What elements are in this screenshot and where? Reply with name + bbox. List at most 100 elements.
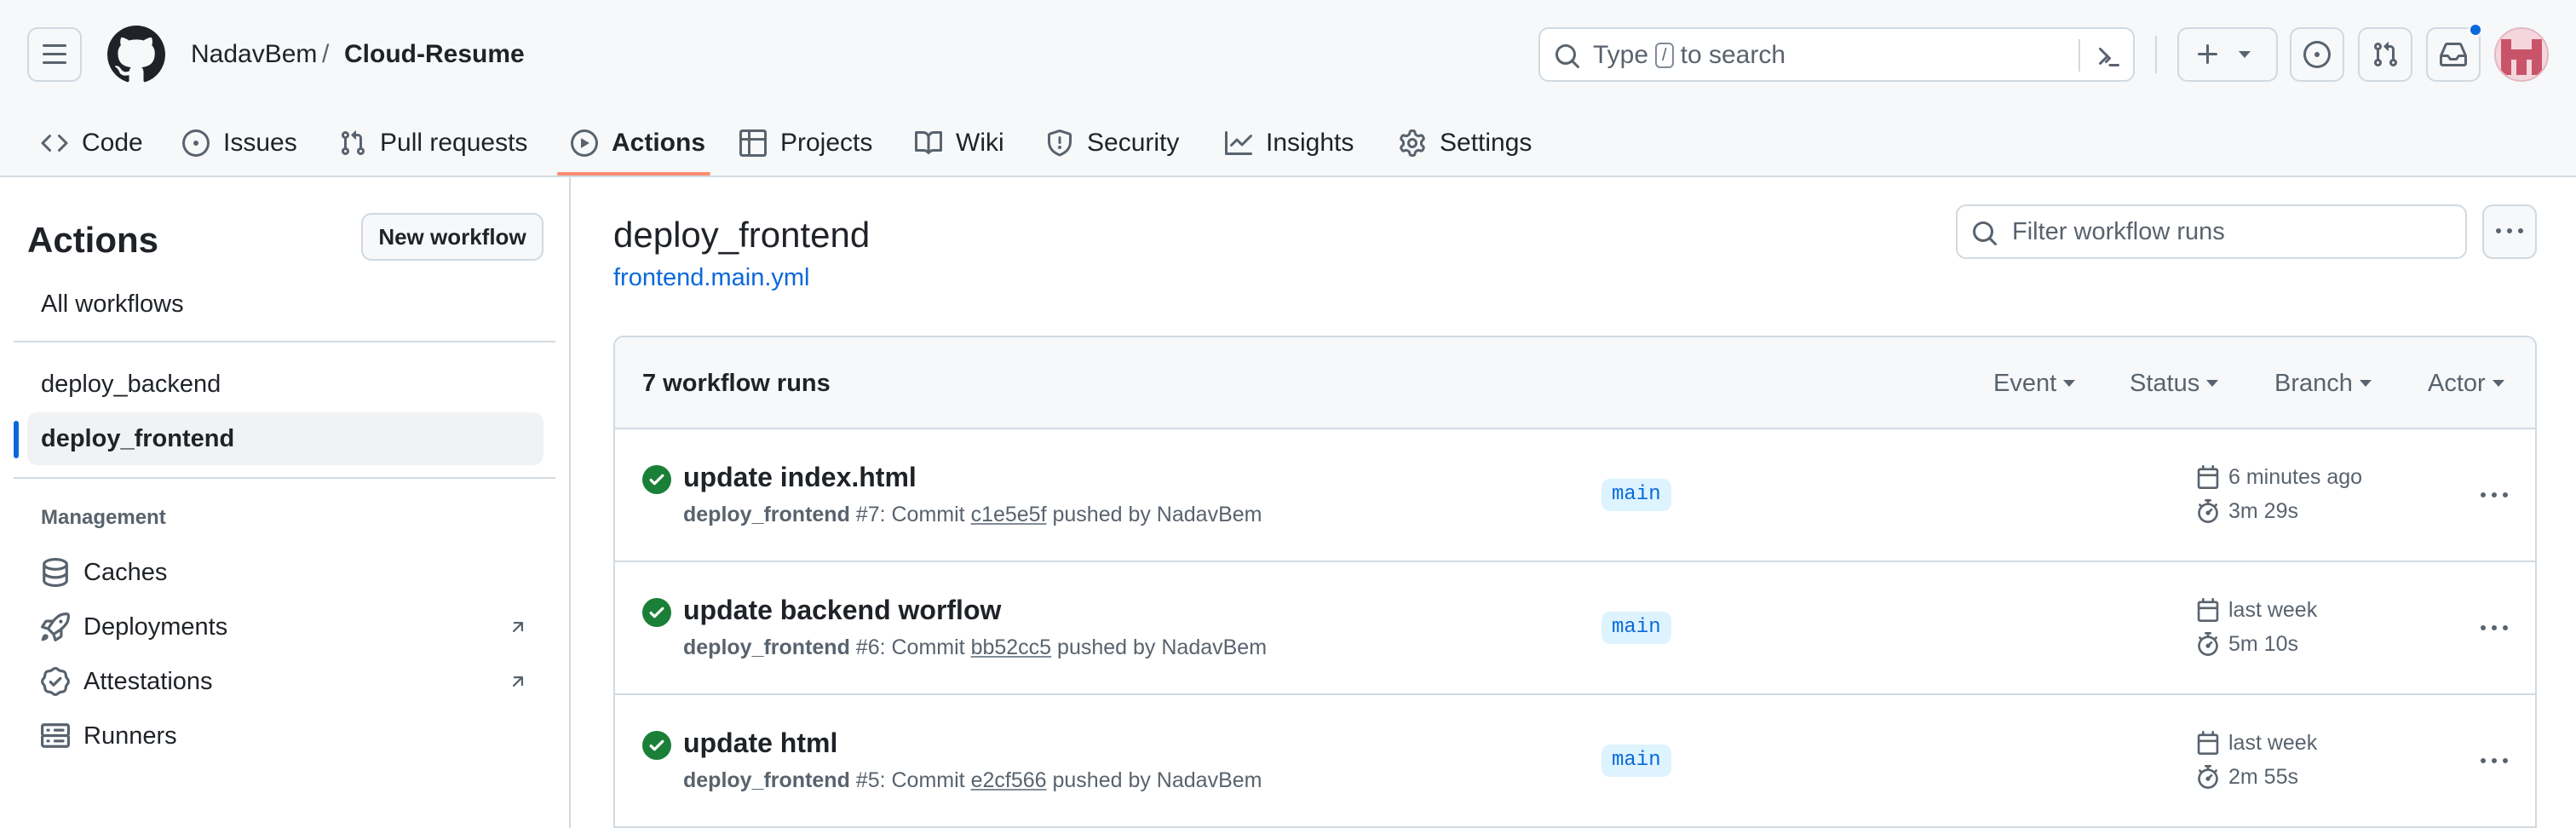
global-search-input[interactable]: Type / to search — [1538, 27, 2135, 82]
run-title-link[interactable]: update backend worflow — [683, 593, 1001, 627]
tab-security[interactable]: Security — [1046, 109, 1179, 177]
tab-issues[interactable]: Issues — [182, 109, 297, 177]
chevron-down-icon — [2359, 380, 2372, 387]
sidebar-item-attestations[interactable]: Attestations — [27, 656, 543, 707]
breadcrumb-repo[interactable]: Cloud-Resume — [344, 34, 525, 75]
tab-insights[interactable]: Insights — [1225, 109, 1354, 177]
shield-icon — [1048, 129, 1072, 157]
run-duration-text: 2m 55s — [2228, 765, 2298, 789]
commit-sha-link[interactable]: bb52cc5 — [971, 635, 1052, 659]
workflow-runs-list: 7 workflow runs Event Status Branch Acto… — [613, 336, 2537, 828]
new-workflow-button[interactable]: New workflow — [361, 213, 543, 261]
avatar[interactable] — [2494, 27, 2549, 82]
sidebar-title: Actions — [27, 220, 159, 260]
run-workflow-name: deploy_frontend — [683, 768, 850, 792]
sidebar-item-label: Caches — [83, 558, 168, 586]
run-pushed-by: pushed by NadavBem — [1052, 768, 1262, 792]
tab-actions[interactable]: Actions — [571, 109, 705, 177]
issue-icon — [182, 129, 210, 157]
branch-badge[interactable]: main — [1601, 612, 1671, 644]
filter-workflow-runs-input[interactable] — [1956, 204, 2467, 259]
check-circle-fill-icon — [642, 598, 671, 627]
repo-nav-tabs: Code Issues Pull requests Actions Projec… — [0, 109, 2576, 177]
filter-label: Status — [2130, 370, 2200, 397]
tab-code[interactable]: Code — [41, 109, 143, 177]
sidebar-item-caches[interactable]: Caches — [27, 547, 543, 598]
selected-item-marker — [14, 421, 19, 458]
your-issues-button[interactable] — [2290, 27, 2344, 82]
commit-sha-link[interactable]: e2cf566 — [971, 768, 1047, 792]
page-title: deploy_frontend — [613, 215, 871, 255]
filter-branch-dropdown[interactable]: Branch — [2274, 366, 2372, 400]
tab-projects[interactable]: Projects — [739, 109, 872, 177]
tab-pull-requests[interactable]: Pull requests — [339, 109, 527, 177]
arrow-up-right-icon — [512, 622, 524, 633]
tab-pull-requests-label: Pull requests — [380, 129, 528, 157]
search-icon — [1973, 221, 1998, 246]
workflow-options-button[interactable] — [2482, 204, 2537, 259]
arrow-up-right-icon — [512, 676, 524, 687]
book-icon — [915, 130, 942, 154]
run-subtitle: deploy_frontend #5: Commit e2cf566 pushe… — [683, 767, 1262, 794]
stopwatch-icon — [2198, 499, 2218, 523]
hamburger-icon — [43, 44, 66, 64]
chevron-down-icon — [2492, 380, 2504, 387]
code-icon — [41, 134, 68, 152]
runs-count: 7 workflow runs — [642, 370, 831, 397]
create-new-button[interactable] — [2177, 27, 2278, 82]
your-pull-requests-button[interactable] — [2358, 27, 2412, 82]
kebab-horizontal-icon — [2481, 492, 2508, 497]
run-options-button[interactable] — [2477, 479, 2511, 513]
tab-settings[interactable]: Settings — [1399, 109, 1532, 177]
breadcrumb-owner[interactable]: NadavBem — [191, 34, 317, 75]
stopwatch-icon — [2198, 765, 2218, 789]
workflow-run-row[interactable]: update index.html deploy_frontend #7: Co… — [615, 429, 2535, 562]
stopwatch-icon — [2198, 632, 2218, 656]
tab-security-label: Security — [1087, 129, 1180, 157]
workflow-run-row[interactable]: update backend worflow deploy_frontend #… — [615, 562, 2535, 695]
run-workflow-name: deploy_frontend — [683, 503, 850, 526]
sidebar-item-deploy-backend[interactable]: deploy_backend — [27, 358, 543, 411]
kebab-horizontal-icon — [2481, 758, 2508, 763]
sidebar-divider — [14, 341, 555, 342]
github-logo-icon[interactable] — [107, 26, 165, 83]
branch-badge[interactable]: main — [1601, 479, 1671, 511]
check-circle-fill-icon — [642, 465, 671, 494]
actions-sidebar: Actions New workflow All workflows deplo… — [0, 177, 571, 828]
filter-actor-dropdown[interactable]: Actor — [2428, 366, 2504, 400]
run-subtitle: deploy_frontend #6: Commit bb52cc5 pushe… — [683, 634, 1267, 661]
filter-event-dropdown[interactable]: Event — [1993, 366, 2076, 400]
filter-label: Event — [1993, 370, 2057, 397]
run-duration-text: 5m 10s — [2228, 632, 2298, 656]
sidebar-item-runners[interactable]: Runners — [27, 710, 543, 762]
run-title-link[interactable]: update index.html — [683, 460, 917, 494]
server-icon — [41, 723, 70, 748]
run-title-link[interactable]: update html — [683, 726, 837, 760]
workflow-run-row[interactable]: update html deploy_frontend #5: Commit e… — [615, 695, 2535, 828]
sidebar-item-deploy-frontend[interactable]: deploy_frontend — [27, 412, 543, 465]
filter-label: Branch — [2274, 370, 2353, 397]
play-icon — [571, 129, 598, 157]
tab-settings-label: Settings — [1440, 129, 1532, 157]
sidebar-item-deployments[interactable]: Deployments — [27, 601, 543, 653]
filter-input[interactable] — [2012, 215, 2455, 249]
sidebar-item-label: Deployments — [83, 612, 228, 641]
gear-icon — [1400, 129, 1425, 157]
run-pushed-by: pushed by NadavBem — [1057, 635, 1268, 659]
runs-list-header: 7 workflow runs Event Status Branch Acto… — [615, 337, 2535, 429]
run-commit-label: : Commit — [879, 503, 965, 526]
hamburger-menu-button[interactable] — [27, 27, 82, 82]
commit-sha-link[interactable]: c1e5e5f — [971, 503, 1047, 526]
sidebar-item-all-workflows[interactable]: All workflows — [27, 278, 543, 331]
tab-wiki[interactable]: Wiki — [915, 109, 1004, 177]
filter-status-dropdown[interactable]: Status — [2130, 366, 2219, 400]
run-options-button[interactable] — [2477, 612, 2511, 646]
command-palette-icon[interactable] — [2094, 43, 2121, 70]
run-options-button[interactable] — [2477, 745, 2511, 779]
verified-icon — [41, 667, 70, 696]
branch-badge[interactable]: main — [1601, 745, 1671, 777]
pull-request-icon — [2373, 42, 2398, 67]
workflow-file-link[interactable]: frontend.main.yml — [613, 262, 810, 293]
run-pushed-by: pushed by NadavBem — [1052, 503, 1262, 526]
run-subtitle: deploy_frontend #7: Commit c1e5e5f pushe… — [683, 501, 1262, 528]
